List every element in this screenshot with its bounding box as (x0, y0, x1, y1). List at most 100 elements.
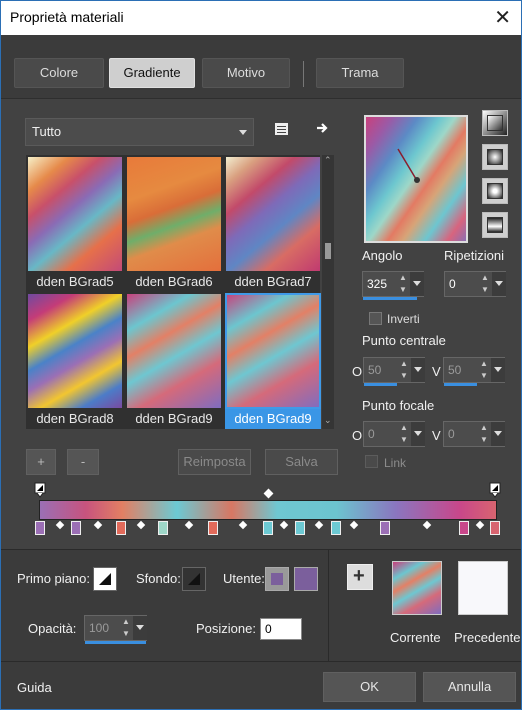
center-point-label: Punto centrale (362, 333, 446, 348)
center-v-slider-bar[interactable] (444, 383, 477, 386)
ok-button[interactable]: OK (323, 672, 416, 702)
opacity-slider-bar[interactable] (85, 641, 146, 644)
focal-o-value: 0 (368, 427, 375, 441)
center-o-updown-icon[interactable]: ▲ ▼ (397, 358, 411, 382)
center-o-slider-bar[interactable] (364, 383, 397, 386)
color-stop-marker[interactable] (71, 521, 81, 535)
gradient-name: dden BGrad8 (36, 411, 114, 426)
close-icon[interactable]: ✕ (494, 5, 511, 29)
gradient-item[interactable]: dden BGrad9 (126, 293, 222, 426)
background-triangle-icon (188, 573, 200, 585)
color-stop-marker[interactable] (208, 521, 218, 535)
color-stop-marker[interactable] (459, 521, 469, 535)
angle-label: Angolo (362, 248, 403, 263)
focal-o-spinbox[interactable]: 0 ▲ ▼ (363, 421, 425, 447)
opacity-spinbox[interactable]: 100 ▲ ▼ (84, 615, 147, 644)
previous-material-swatch[interactable] (458, 561, 508, 615)
center-v-value: 50 (448, 363, 462, 377)
category-dropdown[interactable]: Tutto (25, 118, 254, 146)
center-o-spinbox[interactable]: 50 ▲ ▼ (363, 357, 425, 386)
angle-dropdown-icon[interactable] (410, 272, 424, 296)
linear-gradient-type-button[interactable] (482, 110, 508, 136)
tab-trama[interactable]: Trama (316, 58, 404, 88)
foreground-swatch[interactable] (93, 567, 117, 591)
gradient-gallery: dden BGrad5 dden BGrad6 dden BGrad7 dden… (26, 155, 321, 429)
save-button[interactable]: Salva (265, 449, 338, 475)
angle-value: 325 (367, 277, 388, 291)
gradient-editor-bar[interactable] (39, 500, 497, 520)
foreground-marker-icon[interactable] (34, 482, 46, 498)
gradient-thumbnail (28, 294, 122, 408)
material-properties-dialog: Proprietà materiali ✕ Colore Gradiente M… (0, 0, 522, 710)
color-stop-marker[interactable] (263, 521, 273, 535)
gradient-thumbnail (127, 157, 221, 271)
gallery-scrollbar[interactable]: ⌃ ⌄ (322, 155, 334, 429)
gradient-item[interactable]: dden BGrad6 (126, 156, 222, 289)
gradient-preview[interactable] (364, 115, 468, 243)
scroll-up-icon[interactable]: ⌃ (324, 155, 332, 166)
center-v-updown-icon[interactable]: ▲ ▼ (477, 358, 491, 382)
radial-gradient-type-button[interactable] (482, 178, 508, 204)
color-stop-marker[interactable] (158, 521, 168, 535)
add-gradient-button[interactable]: + (26, 449, 56, 475)
position-input[interactable]: 0 (260, 618, 302, 640)
center-v-dropdown-icon[interactable] (491, 358, 505, 382)
angle-handle-icon[interactable] (396, 147, 426, 187)
user-swatch-alt[interactable] (265, 567, 289, 591)
invert-label: Inverti (387, 312, 420, 326)
repeats-updown-icon[interactable]: ▲ ▼ (478, 272, 492, 296)
link-label: Link (384, 456, 407, 470)
focal-o-dropdown-icon[interactable] (411, 422, 425, 446)
help-link[interactable]: Guida (17, 680, 52, 695)
tab-colore[interactable]: Colore (14, 58, 104, 88)
center-v-spinbox[interactable]: 50 ▲ ▼ (443, 357, 505, 386)
angle-spinbox[interactable]: 325 ▲ ▼ (362, 271, 424, 300)
opacity-dropdown-icon[interactable] (133, 616, 147, 640)
open-folder-icon[interactable] (274, 121, 290, 137)
angle-slider-bar[interactable] (363, 297, 417, 300)
previous-label: Precedente (454, 630, 521, 645)
opacity-updown-icon[interactable]: ▲ ▼ (119, 616, 133, 640)
color-stop-marker[interactable] (380, 521, 390, 535)
foreground-triangle-icon (99, 573, 111, 585)
current-material-swatch[interactable] (392, 561, 442, 615)
color-stop-marker[interactable] (490, 521, 500, 535)
invert-checkbox[interactable] (369, 312, 382, 325)
tab-bar: Colore Gradiente Motivo Trama (1, 35, 521, 99)
reset-button[interactable]: Reimposta (178, 449, 251, 475)
remove-gradient-button[interactable]: - (67, 449, 99, 475)
scroll-thumb[interactable] (325, 243, 331, 259)
color-stop-marker[interactable] (331, 521, 341, 535)
focal-v-updown-icon[interactable]: ▲ ▼ (477, 422, 491, 446)
color-stop-marker[interactable] (35, 521, 45, 535)
title-bar: Proprietà materiali ✕ (1, 1, 521, 35)
center-o-dropdown-icon[interactable] (411, 358, 425, 382)
tab-gradiente[interactable]: Gradiente (109, 58, 195, 88)
gradient-item[interactable]: dden BGrad5 (27, 156, 123, 289)
focal-v-spinbox[interactable]: 0 ▲ ▼ (443, 421, 505, 447)
user-swatch[interactable] (294, 567, 318, 591)
focal-o-updown-icon[interactable]: ▲ ▼ (397, 422, 411, 446)
color-stop-marker[interactable] (116, 521, 126, 535)
cancel-button[interactable]: Annulla (423, 672, 516, 702)
focal-v-dropdown-icon[interactable] (491, 422, 505, 446)
background-marker-icon[interactable] (489, 482, 501, 498)
sunburst-gradient-type-button[interactable] (482, 212, 508, 238)
add-to-swatches-button[interactable]: + (347, 564, 373, 590)
background-swatch[interactable] (182, 567, 206, 591)
gradient-item[interactable]: dden BGrad7 (225, 156, 321, 289)
rectangular-gradient-type-button[interactable] (482, 144, 508, 170)
tab-motivo[interactable]: Motivo (202, 58, 290, 88)
arrow-right-icon[interactable] (315, 121, 331, 137)
link-checkbox[interactable] (365, 455, 378, 468)
gradient-name: dden BGrad9 (225, 409, 321, 429)
scroll-down-icon[interactable]: ⌄ (324, 415, 332, 426)
foreground-label: Primo piano: (17, 571, 90, 586)
chevron-down-icon (239, 130, 247, 135)
repeats-spinbox[interactable]: 0 ▲ ▼ (444, 271, 506, 297)
gradient-item-selected[interactable]: dden BGrad9 (225, 293, 321, 429)
gradient-item[interactable]: dden BGrad8 (27, 293, 123, 426)
repeats-dropdown-icon[interactable] (492, 272, 506, 296)
color-stop-marker[interactable] (295, 521, 305, 535)
angle-updown-icon[interactable]: ▲ ▼ (396, 272, 410, 296)
